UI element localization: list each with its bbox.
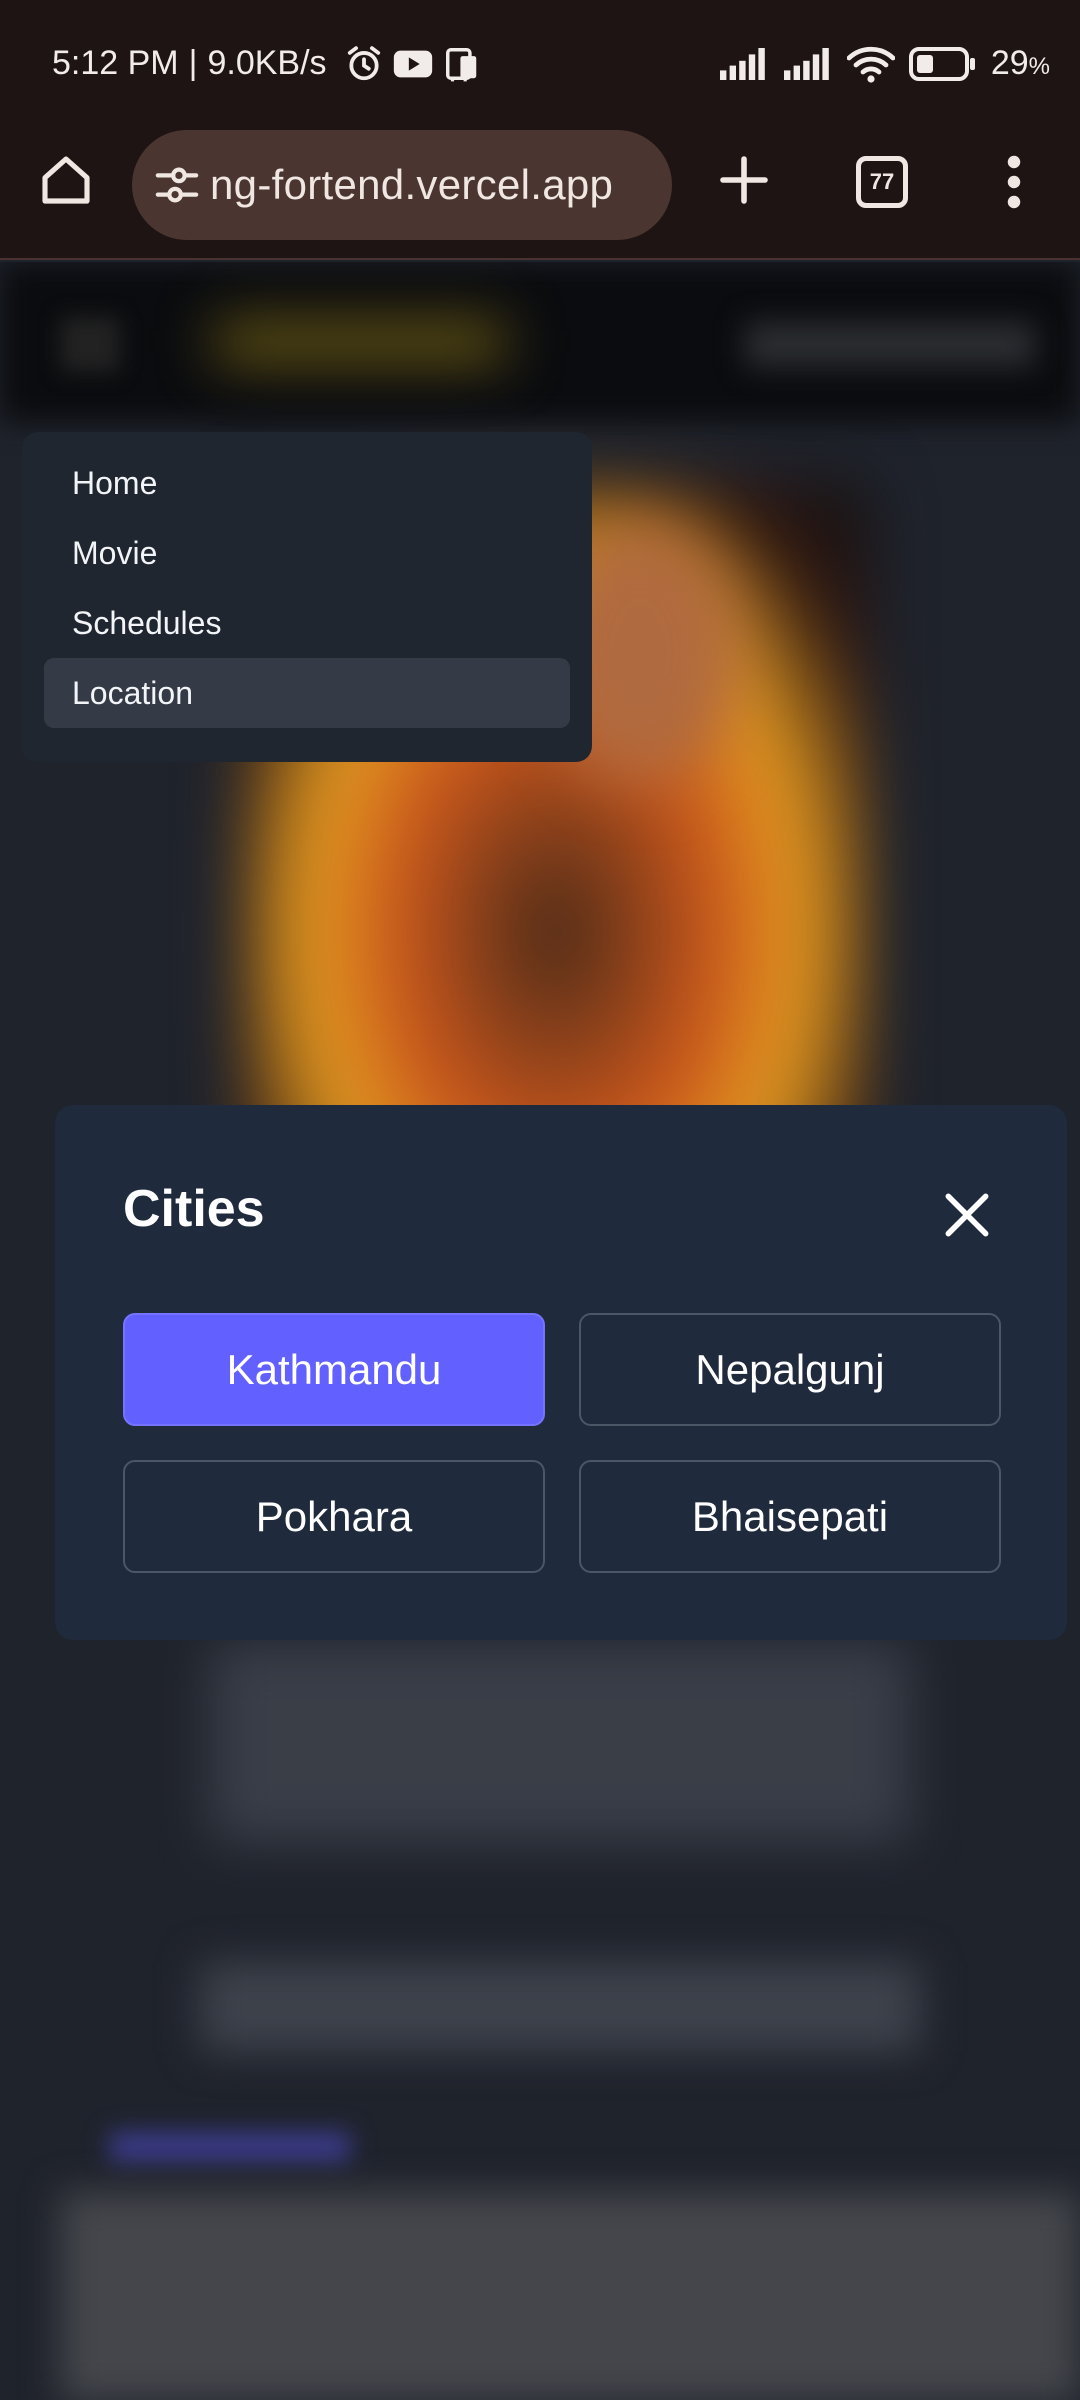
city-button-kathmandu[interactable]: Kathmandu <box>123 1313 545 1426</box>
status-network-speed: 9.0KB/s <box>207 44 327 82</box>
menu-item-label: Schedules <box>72 604 222 641</box>
cities-modal: Cities Kathmandu Nepalgunj Pokhara Bhais… <box>55 1105 1067 1640</box>
blurred-menu-toggle <box>60 317 120 372</box>
nav-dropdown-menu: Home Movie Schedules Location <box>22 432 592 762</box>
status-bar: 5:12 PM | 9.0KB/s 29% <box>0 0 1080 130</box>
status-notification-icons <box>345 45 481 83</box>
menu-item-home[interactable]: Home <box>44 448 570 518</box>
status-left: 5:12 PM | 9.0KB/s <box>52 44 481 83</box>
tab-switcher-button[interactable]: 77 <box>856 156 908 208</box>
menu-item-label: Home <box>72 464 158 501</box>
signal-icon <box>719 47 765 80</box>
battery-percent: 29% <box>991 44 1050 83</box>
more-menu-icon[interactable] <box>996 152 1032 212</box>
battery-icon <box>908 46 975 81</box>
city-button-pokhara[interactable]: Pokhara <box>123 1460 545 1573</box>
city-label: Kathmandu <box>226 1345 442 1393</box>
status-time: 5:12 PM <box>52 44 179 82</box>
status-separator: | <box>188 44 198 82</box>
address-bar[interactable]: ng-fortend.vercel.app <box>132 130 672 240</box>
modal-title: Cities <box>123 1180 265 1238</box>
menu-item-label: Movie <box>72 534 158 571</box>
menu-item-movie[interactable]: Movie <box>44 518 570 588</box>
phone-tablet-icon <box>445 47 476 81</box>
city-button-bhaisepati[interactable]: Bhaisepati <box>579 1460 1001 1573</box>
city-label: Bhaisepati <box>691 1492 889 1540</box>
site-settings-icon[interactable] <box>154 162 200 208</box>
menu-item-schedules[interactable]: Schedules <box>44 588 570 658</box>
blurred-meta-row <box>200 1962 920 2052</box>
close-icon[interactable] <box>939 1187 995 1243</box>
battery-unit: % <box>1028 53 1050 80</box>
city-button-nepalgunj[interactable]: Nepalgunj <box>579 1313 1001 1426</box>
battery-value: 29 <box>990 44 1029 82</box>
blurred-logo <box>215 322 505 362</box>
menu-item-location[interactable]: Location <box>44 658 570 728</box>
youtube-icon <box>393 50 432 77</box>
menu-item-label: Location <box>72 674 193 711</box>
signal-icon-2 <box>783 47 829 80</box>
new-tab-icon[interactable] <box>716 152 772 208</box>
tab-count: 77 <box>869 169 895 194</box>
blurred-accent-link <box>110 2132 350 2162</box>
home-icon[interactable] <box>38 152 94 208</box>
url-text[interactable]: ng-fortend.vercel.app <box>210 161 613 209</box>
city-label: Pokhara <box>255 1492 413 1540</box>
blurred-bottom-card <box>60 2192 1080 2400</box>
blurred-description <box>210 1642 910 1842</box>
blurred-nav-button <box>745 322 1035 367</box>
wifi-icon <box>846 46 895 83</box>
city-label: Nepalgunj <box>695 1345 885 1393</box>
status-right: 29% <box>719 44 1050 83</box>
alarm-icon <box>347 45 380 80</box>
browser-toolbar: ng-fortend.vercel.app 77 <box>0 130 1080 260</box>
